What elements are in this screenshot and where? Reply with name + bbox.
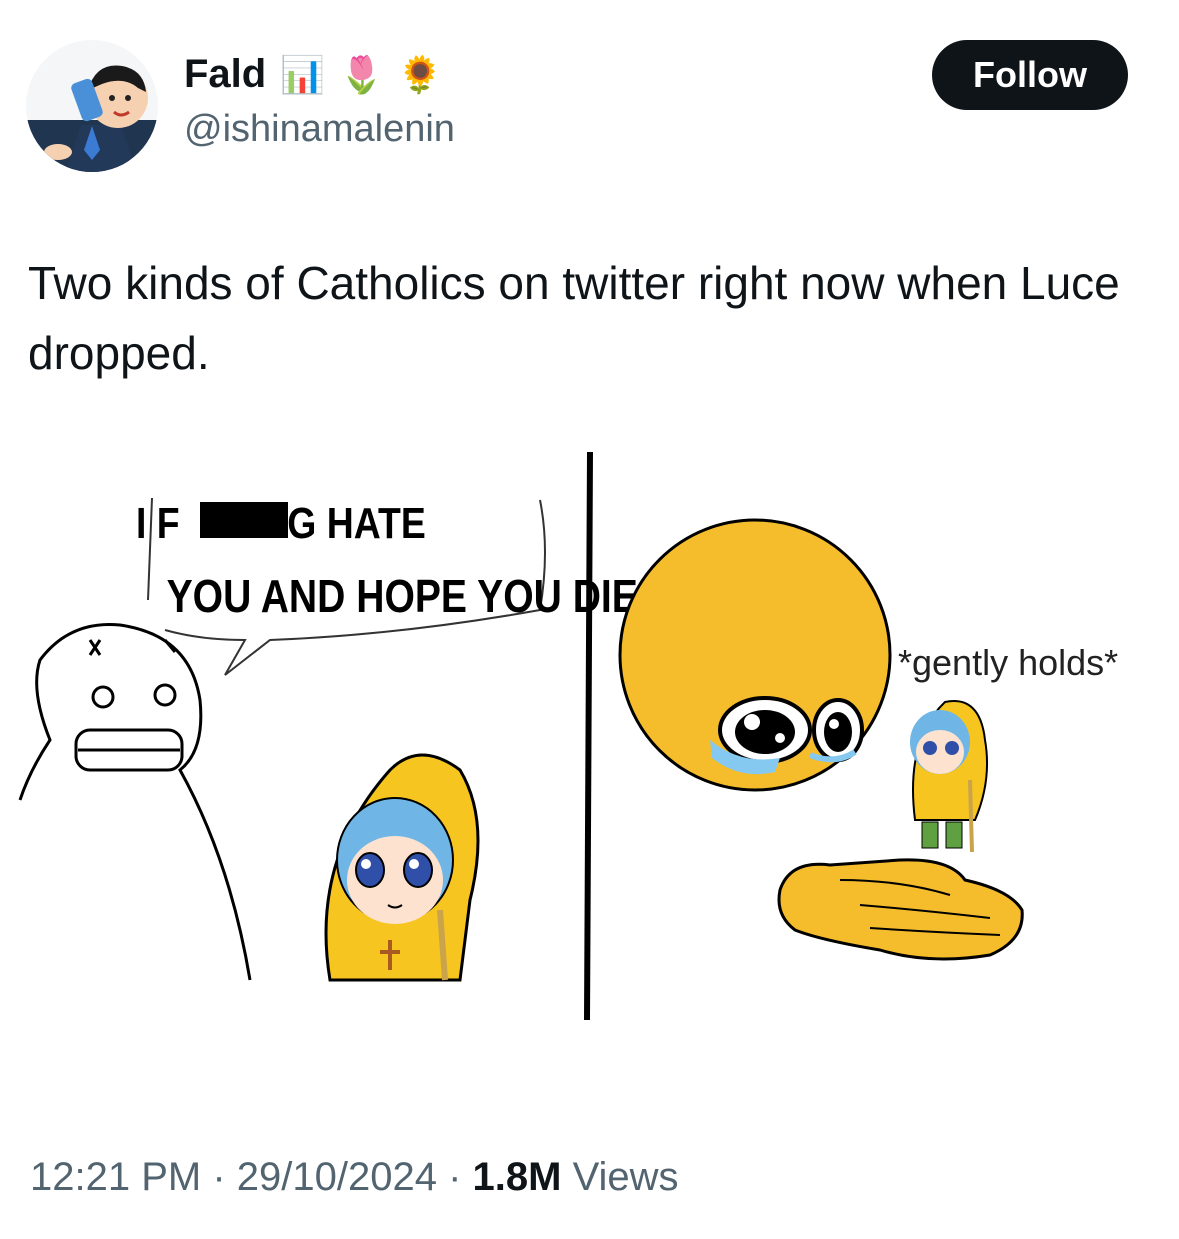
angry-rage-face	[18, 622, 252, 981]
meme-divider	[584, 451, 593, 1021]
bubble-line2: YOU AND HOPE YOU DIE	[167, 571, 638, 623]
tulip-emoji-icon: 🌷	[339, 53, 384, 95]
author-name-row[interactable]: Fald 📊 🌷 🌻	[184, 52, 443, 97]
author-display-name[interactable]: Fald	[184, 52, 266, 97]
views-count: 1.8M	[472, 1155, 562, 1199]
cupped-hands	[777, 858, 1024, 961]
gently-holds-caption: *gently holds*	[898, 642, 1118, 683]
tweet-date[interactable]: 29/10/2024	[237, 1155, 437, 1199]
man-on-phone-avatar-icon	[26, 65, 158, 172]
meta-separator: ·	[436, 1155, 473, 1199]
luce-mascot-left	[324, 753, 480, 982]
bubble-line1-b: G HATE	[287, 498, 426, 548]
censor-bar	[200, 502, 288, 538]
sunflower-emoji-icon: 🌻	[397, 53, 443, 95]
speech-bubble: I F G HATE YOU AND HOPE YOU DIE	[136, 497, 638, 676]
tweet-time[interactable]: 12:21 PM	[30, 1155, 201, 1199]
luce-mascot-right	[910, 700, 989, 853]
views-label: Views	[561, 1155, 679, 1199]
chart-emoji-icon: 📊	[280, 53, 326, 95]
pleading-emoji	[618, 518, 892, 792]
follow-button[interactable]: Follow	[932, 40, 1128, 110]
author-avatar[interactable]	[26, 40, 158, 172]
tweet-meme-image[interactable]: I F G HATE YOU AND HOPE YOU DIE *gently …	[0, 440, 1179, 1040]
tweet-meta: 12:21 PM · 29/10/2024 · 1.8M Views	[30, 1155, 679, 1200]
meta-separator: ·	[201, 1155, 237, 1199]
bubble-line1-a: I F	[136, 498, 180, 548]
author-handle[interactable]: @ishinamalenin	[184, 108, 455, 151]
tweet-text: Two kinds of Catholics on twitter right …	[28, 257, 1120, 379]
